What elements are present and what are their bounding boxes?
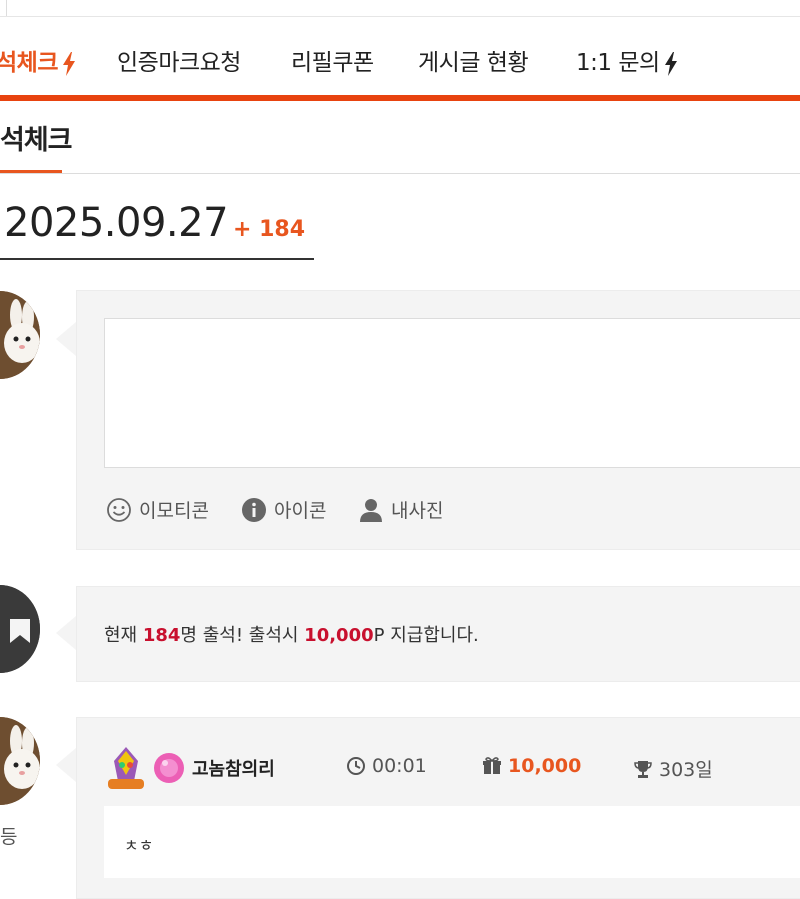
panel-pointer (56, 616, 76, 650)
notice-text: 명 출석! 출석시 (180, 625, 305, 646)
bunny-avatar-image (0, 291, 40, 379)
panel-pointer (56, 322, 76, 356)
tool-label: 이모티콘 (139, 500, 209, 522)
lightning-icon (664, 51, 677, 76)
trophy-icon (634, 760, 652, 778)
nav-item-label: 리필쿠폰 (291, 50, 374, 76)
tool-label: 내사진 (391, 500, 444, 522)
nav-item-inquiry[interactable]: 1:1 문의 (576, 43, 678, 77)
comment-body (104, 806, 800, 878)
page-title: 석체크 (0, 125, 73, 156)
notice-count: 184 (142, 625, 181, 646)
entry-time: 00:01 (346, 755, 427, 777)
attendance-count-badge: + 184 (233, 217, 306, 242)
bookmark-icon (0, 585, 40, 673)
notice-points: 10,000 (304, 625, 374, 646)
info-icon (242, 497, 266, 522)
entry-days: 303일 (633, 755, 713, 782)
username: 고놈참의리 (192, 759, 275, 780)
divider (6, 0, 7, 16)
comment-input[interactable] (104, 318, 800, 468)
lightning-icon (62, 51, 75, 76)
my-photo-button[interactable]: 내사진 (358, 496, 443, 523)
nav-item-attendance[interactable]: 석체크 (0, 43, 76, 77)
emoticon-button[interactable]: 이모티콘 (106, 496, 209, 523)
icon-button[interactable]: 아이콘 (241, 496, 326, 523)
nav-accent-bar (0, 95, 800, 101)
points-value: 10,000 (508, 755, 582, 777)
avatar (0, 291, 40, 379)
comment-text: ㅊㅎ (124, 836, 154, 855)
avatar (0, 717, 40, 805)
divider (0, 173, 800, 174)
time-value: 00:01 (372, 755, 427, 777)
nav-item-label: 게시글 현황 (418, 50, 529, 76)
notice-text: P 지급합니다. (373, 625, 479, 646)
days-value: 303일 (659, 759, 713, 781)
tool-label: 아이콘 (274, 500, 327, 522)
smile-icon (107, 497, 131, 522)
person-icon (360, 498, 382, 522)
nav-item-post-status[interactable]: 게시글 현황 (418, 43, 529, 77)
attendance-date: 2025.09.27 (4, 200, 229, 246)
entry-user[interactable]: 고놈참의리 (106, 745, 275, 791)
top-navigation: 석체크 인증마크요청 리필쿠폰 게시글 현황 1:1 문의 (0, 17, 800, 95)
date-underline (0, 258, 314, 260)
attendance-notice: 현재 184명 출석! 출석시 10,000P 지급합니다. (104, 621, 479, 647)
nav-item-label: 석체크 (0, 50, 58, 76)
gift-icon (483, 757, 501, 774)
nav-item-label: 인증마크요청 (117, 50, 241, 76)
nav-item-cert-request[interactable]: 인증마크요청 (117, 43, 241, 77)
candy-icon (154, 753, 184, 783)
entry-points: 10,000 (482, 755, 581, 777)
bunny-avatar-image (0, 717, 40, 805)
panel-pointer (56, 748, 76, 782)
nav-item-label: 1:1 문의 (576, 50, 660, 76)
notice-text: 현재 (104, 625, 143, 646)
level-badge-icon (108, 747, 144, 789)
rank-label: 등 (0, 826, 18, 848)
avatar (0, 585, 40, 673)
top-strip (0, 0, 800, 17)
nav-item-refill-coupon[interactable]: 리필쿠폰 (291, 43, 374, 77)
clock-icon (347, 757, 365, 775)
